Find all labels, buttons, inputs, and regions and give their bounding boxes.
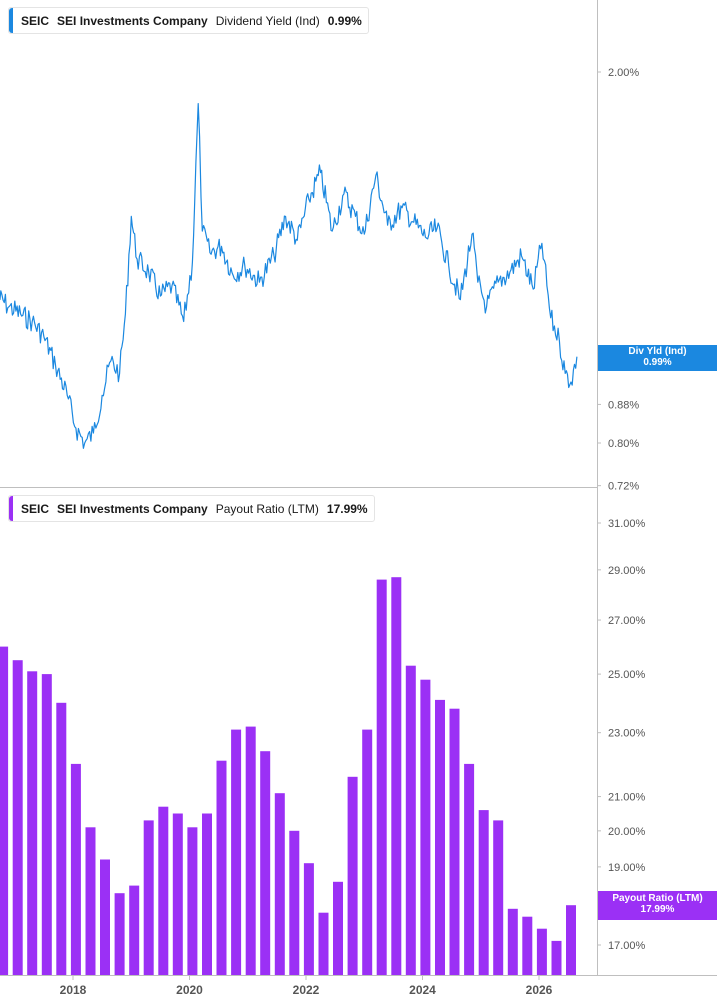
payout-ratio-bar [56, 702, 67, 975]
payout-ratio-bar [362, 729, 373, 975]
payout-ratio-bar [158, 806, 169, 975]
payout-ratio-bar [507, 908, 518, 975]
payout-ratio-bar [566, 905, 576, 975]
payout-ratio-bar [216, 760, 227, 975]
tag-value: 0.99% [643, 357, 672, 368]
payout-ratio-plot [0, 577, 576, 975]
payout-ratio-bar [536, 928, 547, 975]
payout-ratio-bar [129, 885, 140, 975]
payout-ratio-bar [85, 827, 96, 975]
payout-ratio-bar [449, 708, 460, 975]
metric-label: Dividend Yield (Ind) [215, 13, 320, 28]
dividend-yield-tick-label: 2.00% [608, 67, 639, 79]
payout-ratio-bar [231, 729, 242, 975]
payout-ratio-tick-label: 23.00% [608, 728, 646, 740]
ticker-label: SEIC [21, 501, 50, 516]
payout-ratio-bar [391, 577, 402, 975]
payout-ratio-bar [143, 820, 154, 975]
payout-ratio-tick-label: 17.00% [608, 940, 646, 952]
payout-ratio-legend: SEIC SEI Investments Company Payout Rati… [8, 495, 375, 522]
dividend-yield-tick-label: 0.80% [608, 438, 639, 450]
payout-ratio-bar [260, 751, 271, 975]
payout-ratio-bar [100, 859, 110, 975]
payout-ratio-bar [333, 881, 343, 975]
payout-ratio-tick-label: 19.00% [608, 862, 646, 874]
payout-ratio-bar [464, 763, 475, 975]
payout-ratio-bar [420, 679, 431, 975]
payout-ratio-tick-label: 20.00% [608, 826, 646, 838]
payout-ratio-bar [347, 776, 358, 975]
dividend-yield-tick-label: 0.72% [608, 481, 639, 493]
payout-ratio-bar [41, 674, 52, 975]
x-tick-label: 2022 [293, 983, 320, 997]
payout-ratio-bar [27, 671, 38, 975]
company-label: SEI Investments Company [57, 13, 208, 28]
current-dividend-yield-tag: Div Yld (Ind) 0.99% [598, 345, 717, 371]
x-tick-label: 2026 [526, 983, 553, 997]
payout-ratio-bar [0, 646, 9, 975]
payout-ratio-bar [12, 660, 23, 975]
payout-ratio-bar [245, 726, 256, 975]
current-payout-ratio-tag: Payout Ratio (LTM) 17.99% [598, 891, 717, 920]
payout-ratio-tick-label: 25.00% [608, 669, 646, 681]
payout-ratio-bar [405, 665, 416, 975]
ticker-label: SEIC [21, 13, 50, 28]
payout-ratio-bar [435, 699, 445, 975]
payout-ratio-bar [202, 813, 212, 975]
payout-ratio-bar [318, 912, 329, 975]
payout-ratio-bar [114, 893, 125, 975]
payout-ratio-bar [522, 916, 533, 975]
metric-value: 0.99% [327, 13, 362, 28]
tag-label: Payout Ratio (LTM) [612, 893, 703, 904]
series-color-swatch [9, 496, 13, 521]
metric-label: Payout Ratio (LTM) [215, 501, 319, 516]
x-tick-label: 2020 [176, 983, 203, 997]
dividend-yield-legend: SEIC SEI Investments Company Dividend Yi… [8, 7, 369, 34]
payout-ratio-tick-label: 21.00% [608, 792, 646, 804]
payout-ratio-bar [289, 830, 300, 975]
payout-ratio-tick-label: 31.00% [608, 518, 646, 530]
payout-ratio-bar [187, 827, 198, 975]
payout-ratio-bar [376, 579, 387, 975]
dividend-yield-tick-label: 0.88% [608, 399, 639, 411]
dividend-yield-plot [0, 103, 578, 449]
metric-value: 17.99% [326, 501, 368, 516]
payout-ratio-bar [478, 810, 489, 975]
series-color-swatch [9, 8, 13, 33]
x-tick-label: 2018 [60, 983, 87, 997]
x-tick-label: 2024 [409, 983, 436, 997]
payout-ratio-bar [274, 793, 285, 975]
payout-ratio-tick-label: 27.00% [608, 615, 646, 627]
company-label: SEI Investments Company [57, 501, 208, 516]
dividend-yield-line [0, 103, 578, 449]
tag-label: Div Yld (Ind) [628, 346, 687, 357]
payout-ratio-tick-label: 29.00% [608, 565, 646, 577]
payout-ratio-bar [303, 863, 314, 975]
payout-ratio-bar [172, 813, 183, 975]
tag-value: 17.99% [640, 904, 675, 915]
payout-ratio-bar [551, 940, 562, 975]
payout-ratio-bar [70, 763, 81, 975]
payout-ratio-bar [493, 820, 504, 975]
